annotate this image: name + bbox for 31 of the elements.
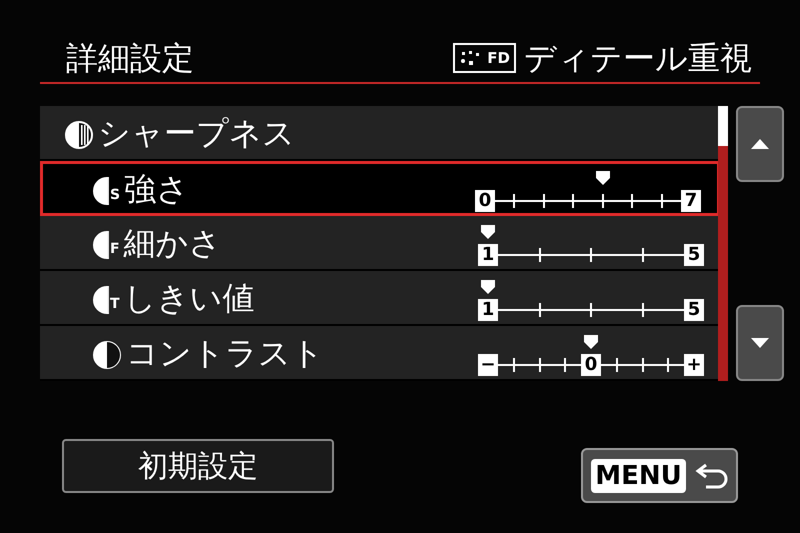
slider[interactable]: 1 5 (478, 220, 704, 266)
row-label: コントラスト (126, 336, 324, 368)
scale-max: + (684, 354, 704, 376)
menu-back-button[interactable]: MENU (581, 448, 738, 503)
scale-min: 1 (478, 298, 498, 320)
scale-max: 5 (684, 298, 704, 320)
menu-row[interactable]: S 強さ 0 7 (40, 161, 720, 216)
scale-min: − (478, 354, 498, 376)
slider[interactable]: 0 7 (475, 166, 701, 212)
scale-max: 5 (684, 244, 704, 266)
scroll-up-button[interactable] (736, 106, 784, 182)
row-label: シャープネス (98, 116, 295, 148)
slider[interactable]: − + 0 (478, 330, 704, 376)
up-arrow-icon (750, 138, 770, 150)
picture-style-name: ディテール重視 (524, 42, 752, 74)
scale-center: 0 (581, 354, 601, 376)
scroll-bar[interactable] (718, 106, 728, 381)
row-label: 細かさ (124, 226, 222, 258)
screen-title: 詳細設定 (66, 42, 194, 74)
down-arrow-icon (750, 337, 770, 349)
scale-max: 7 (681, 190, 701, 212)
row-label: 強さ (124, 172, 190, 204)
scale-min: 0 (475, 190, 495, 212)
reset-button[interactable]: 初期設定 (62, 439, 334, 493)
row-label: しきい値 (124, 282, 255, 314)
scroll-down-button[interactable] (736, 305, 784, 381)
menu-key: MENU (591, 458, 686, 492)
slider[interactable]: 1 5 (478, 274, 704, 320)
scale-min: 1 (478, 244, 498, 266)
return-arrow-icon (694, 462, 728, 490)
picture-style-badge: FD (453, 43, 516, 73)
